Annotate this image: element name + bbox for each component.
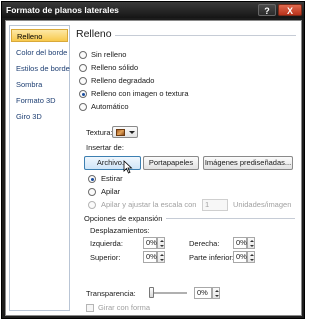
dialog-content: Relleno Color del borde Estilos de borde… [5,20,302,316]
offset-top-label: Superior: [90,253,121,262]
transparency-input[interactable]: 0% [194,287,212,299]
stretch-options-divider [166,218,295,219]
radio-solid-fill-label[interactable]: Relleno sólido [91,63,138,72]
insert-from-label: Insertar de: [86,143,124,152]
radio-gradient-fill-label[interactable]: Relleno degradado [91,76,154,85]
transparency-label: Transparencia: [86,289,136,298]
rotate-with-shape-checkbox[interactable] [86,304,94,312]
units-per-image-label: Unidades/imagen [233,200,292,209]
offset-left-input[interactable]: 0% [143,237,157,249]
title-bar[interactable]: Formato de planos laterales ? X [2,2,304,18]
sidebar-item-relleno[interactable]: Relleno [11,29,68,42]
clip-art-button[interactable]: Imágenes prediseñadas... [203,156,293,170]
sidebar-item-formato-3d[interactable]: Formato 3D [11,94,68,107]
radio-picture-fill[interactable] [79,90,87,98]
mouse-pointer-icon [123,160,133,174]
radio-stack[interactable] [88,188,96,196]
offset-right-label: Derecha: [189,239,220,248]
dialog-window: Formato de planos laterales ? X Relleno … [1,1,305,319]
radio-stretch[interactable] [88,175,96,183]
offset-left-label: Izquierda: [90,239,123,248]
transparency-spinner[interactable] [212,287,220,299]
texture-label: Textura: [86,128,113,137]
transparency-slider-track[interactable] [153,292,187,294]
radio-gradient-fill[interactable] [79,77,87,85]
radio-stack-label[interactable]: Apilar [101,187,120,196]
close-button[interactable]: X [278,4,302,16]
clipboard-button[interactable]: Portapapeles [143,156,199,170]
section-title: Relleno [76,28,112,40]
stretch-options-title: Opciones de expansión [84,214,163,223]
offset-top-spinner[interactable] [157,251,165,263]
sidebar-item-color-borde[interactable]: Color del borde [11,46,68,59]
offset-right-input[interactable]: 0% [233,237,247,249]
rotate-with-shape-label[interactable]: Girar con forma [98,303,150,312]
wood-texture-swatch-icon [116,129,125,136]
chevron-down-icon [129,131,135,134]
sidebar-item-giro-3d[interactable]: Giro 3D [11,110,68,123]
radio-stack-scale-label[interactable]: Apilar y ajustar la escala con [101,200,196,209]
offset-bottom-label: Parte inferior: [189,253,235,262]
help-button[interactable]: ? [258,4,276,16]
radio-stack-scale[interactable] [88,201,96,209]
offset-bottom-spinner[interactable] [247,251,255,263]
radio-no-fill-label[interactable]: Sin relleno [91,50,126,59]
radio-stretch-label[interactable]: Estirar [101,174,123,183]
offsets-title: Desplazamientos: [90,226,150,235]
stack-scale-input[interactable]: 1 [202,199,228,211]
sidebar-item-estilos-borde[interactable]: Estilos de borde [11,62,70,75]
radio-no-fill[interactable] [79,51,87,59]
radio-automatic[interactable] [79,103,87,111]
radio-automatic-label[interactable]: Automático [91,102,129,111]
radio-solid-fill[interactable] [79,64,87,72]
offset-bottom-input[interactable]: 0% [233,251,247,263]
category-sidebar: Relleno Color del borde Estilos de borde… [9,25,70,311]
offset-top-input[interactable]: 0% [143,251,157,263]
section-divider [115,35,296,36]
fill-panel: Relleno Sin relleno Relleno sólido Relle… [73,25,300,312]
radio-picture-fill-label[interactable]: Relleno con imagen o textura [91,89,189,98]
sidebar-item-sombra[interactable]: Sombra [11,78,68,91]
texture-dropdown[interactable] [112,126,138,138]
offset-left-spinner[interactable] [157,237,165,249]
dialog-title: Formato de planos laterales [6,5,119,15]
offset-right-spinner[interactable] [247,237,255,249]
transparency-slider-thumb[interactable] [149,287,154,298]
